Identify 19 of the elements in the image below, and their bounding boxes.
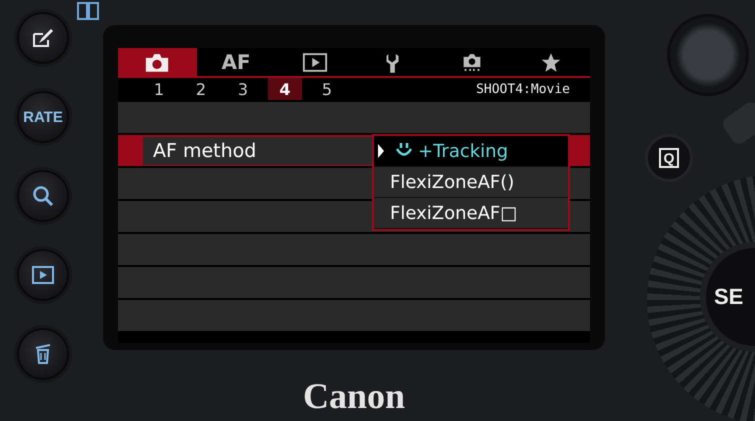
menu-tab[interactable] bbox=[118, 48, 197, 76]
dropdown-option[interactable]: +Tracking bbox=[374, 136, 568, 167]
page-tab[interactable]: 4 bbox=[268, 78, 302, 100]
magnify-button[interactable] bbox=[17, 170, 69, 222]
edit-button[interactable] bbox=[17, 12, 69, 64]
page-title: SHOOT4:Movie bbox=[476, 82, 570, 96]
trash-button[interactable] bbox=[17, 328, 69, 380]
pencil-frame-icon bbox=[31, 26, 55, 50]
play-icon bbox=[302, 52, 328, 72]
pointer-icon bbox=[378, 144, 384, 158]
two-panel-icon bbox=[77, 2, 99, 20]
menu-item-label: AF method bbox=[143, 136, 372, 164]
camera-icon bbox=[144, 52, 170, 72]
q-button[interactable]: Q bbox=[645, 134, 693, 182]
brand-logo: Canon bbox=[302, 378, 406, 414]
playback-button[interactable] bbox=[17, 249, 69, 301]
search-icon bbox=[31, 184, 55, 208]
rate-button[interactable]: RATE bbox=[17, 91, 69, 143]
play-icon bbox=[31, 263, 55, 287]
